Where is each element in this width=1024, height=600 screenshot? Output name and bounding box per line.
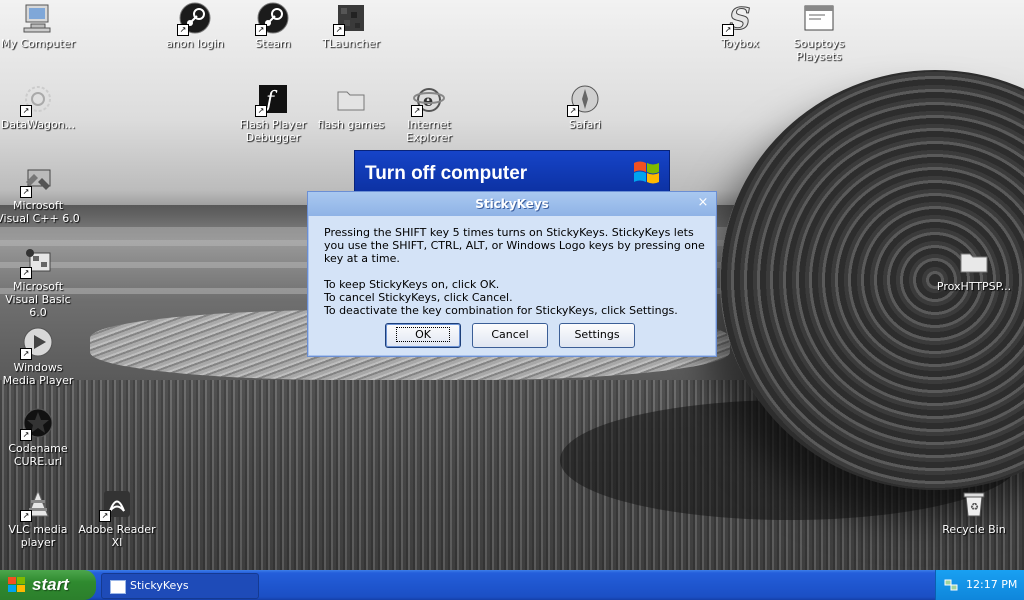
icon-label: Souptoys Playsets [793, 37, 845, 63]
toybox-icon: S ↗ [722, 2, 756, 38]
close-icon[interactable]: × [696, 196, 710, 210]
shortcut-arrow-icon: ↗ [177, 24, 189, 36]
desktop-icon-vlc[interactable]: ↗ VLC media player [0, 488, 80, 549]
minecraft-block-icon: ↗ [333, 2, 367, 36]
icon-label: Flash Player Debugger [239, 118, 307, 144]
icon-label: My Computer [0, 37, 76, 50]
icon-label: Windows Media Player [2, 361, 74, 387]
dialog-paragraph: Pressing the SHIFT key 5 times turns on … [324, 226, 705, 265]
settings-button[interactable]: Settings [559, 323, 635, 348]
icon-label: Adobe Reader XI [78, 523, 156, 549]
desktop-icon-souptoys-playsets[interactable]: Souptoys Playsets [777, 2, 861, 63]
icon-label: Recycle Bin [942, 523, 1006, 536]
icon-label: Steam [255, 37, 291, 50]
icon-label: Microsoft Visual Basic 6.0 [5, 280, 71, 319]
flash-icon: f ↗ [255, 83, 289, 117]
desktop-icon-anon-login[interactable]: ↗ anon login [153, 2, 237, 50]
internet-explorer-icon: e ↗ [411, 83, 445, 117]
network-icon[interactable] [944, 578, 958, 592]
icon-label: Toybox [721, 37, 759, 50]
shortcut-arrow-icon: ↗ [20, 348, 32, 360]
icon-label: Codename CURE.url [8, 442, 68, 468]
taskbar-item-label: StickyKeys [130, 579, 189, 592]
visual-basic-icon: ↗ [20, 245, 54, 279]
adobe-reader-icon: ↗ [99, 488, 133, 522]
shortcut-arrow-icon: ↗ [255, 24, 267, 36]
system-tray: 12:17 PM [935, 570, 1024, 600]
icon-label: Microsoft Visual C++ 6.0 [0, 199, 80, 225]
desktop-icon-safari[interactable]: ↗ Safari [543, 83, 627, 131]
taskbar-item-stickykeys[interactable]: StickyKeys [101, 573, 259, 599]
dialog-message: Pressing the SHIFT key 5 times turns on … [324, 226, 708, 317]
recycle-bin-icon: ♻ [958, 488, 990, 520]
dialog-line: To deactivate the key combination for St… [324, 304, 678, 317]
media-player-icon: ↗ [20, 326, 54, 360]
start-label: start [32, 575, 69, 594]
icon-label: anon login [166, 37, 224, 50]
desktop-icon-adobe-reader[interactable]: ↗ Adobe Reader XI [75, 488, 159, 549]
cancel-button[interactable]: Cancel [472, 323, 548, 348]
icon-label: VLC media player [8, 523, 68, 549]
desktop-icon-toybox[interactable]: S ↗ Toybox [698, 2, 782, 51]
icon-label: flash games [317, 118, 385, 131]
vlc-cone-icon: ↗ [20, 488, 54, 522]
icon-label: Internet Explorer [406, 118, 452, 144]
datawagon-icon: ↗ [20, 83, 54, 117]
desktop-icon-tlauncher[interactable]: ↗ TLauncher [309, 2, 393, 50]
steam-icon: ↗ [255, 2, 289, 36]
desktop-icon-recycle-bin[interactable]: ♻ Recycle Bin [932, 488, 1016, 536]
desktop-icon-windows-media-player[interactable]: ↗ Windows Media Player [0, 326, 80, 387]
turn-off-title: Turn off computer [365, 163, 528, 184]
dialog-titlebar[interactable]: StickyKeys × [308, 192, 716, 216]
shortcut-arrow-icon: ↗ [99, 510, 111, 522]
shortcut-arrow-icon: ↗ [722, 24, 734, 36]
desktop-icon-datawagon[interactable]: ↗ DataWagon... [0, 83, 80, 131]
desktop-icon-flash-player-debugger[interactable]: f ↗ Flash Player Debugger [231, 83, 315, 144]
start-button[interactable]: start [0, 570, 96, 600]
desktop-icon-my-computer[interactable]: My Computer [0, 2, 80, 50]
folder-icon [335, 83, 367, 115]
shortcut-arrow-icon: ↗ [20, 429, 32, 441]
ok-button-label: OK [396, 327, 450, 342]
shortcut-arrow-icon: ↗ [20, 105, 32, 117]
shortcut-arrow-icon: ↗ [411, 105, 423, 117]
window-icon [110, 580, 126, 594]
desktop-icon-internet-explorer[interactable]: e ↗ Internet Explorer [387, 83, 471, 144]
visual-cpp-icon: ↗ [20, 164, 54, 198]
dialog-title: StickyKeys [475, 197, 549, 211]
codename-cure-icon: ↗ [20, 407, 54, 441]
shortcut-arrow-icon: ↗ [567, 105, 579, 117]
steam-icon: ↗ [177, 2, 211, 36]
shortcut-arrow-icon: ↗ [20, 267, 32, 279]
ok-button[interactable]: OK [385, 323, 461, 348]
folder-icon [958, 245, 990, 277]
desktop-icon-steam[interactable]: ↗ Steam [231, 2, 315, 50]
icon-label: Safari [569, 118, 601, 131]
computer-icon [22, 2, 54, 34]
cancel-button-label: Cancel [491, 328, 529, 341]
clock[interactable]: 12:17 PM [966, 578, 1017, 591]
icon-label: TLauncher [322, 37, 380, 50]
dialog-line: To keep StickyKeys on, click OK. [324, 278, 500, 291]
svg-text:♻: ♻ [970, 502, 979, 513]
desktop-icon-codename-cure[interactable]: ↗ Codename CURE.url [0, 407, 80, 468]
stickykeys-dialog: StickyKeys × Pressing the SHIFT key 5 ti… [307, 191, 717, 357]
icon-label: DataWagon... [0, 118, 76, 131]
safari-compass-icon: ↗ [567, 83, 601, 117]
icon-label: ProxHTTPSP... [936, 280, 1012, 293]
taskbar: start StickyKeys 12:17 PM [0, 570, 1024, 600]
shortcut-arrow-icon: ↗ [333, 24, 345, 36]
shortcut-arrow-icon: ↗ [20, 186, 32, 198]
windows-logo-icon [8, 577, 26, 593]
desktop-icon-visual-basic[interactable]: ↗ Microsoft Visual Basic 6.0 [0, 245, 80, 319]
settings-button-label: Settings [574, 328, 620, 341]
desktop-icon-flash-games[interactable]: flash games [309, 83, 393, 131]
window-icon [803, 2, 835, 34]
shortcut-arrow-icon: ↗ [20, 510, 32, 522]
desktop-icon-visual-cpp[interactable]: ↗ Microsoft Visual C++ 6.0 [0, 164, 80, 225]
windows-logo-icon [631, 157, 661, 187]
dialog-line: To cancel StickyKeys, click Cancel. [324, 291, 513, 304]
desktop-icon-proxhttpsp[interactable]: ProxHTTPSP... [932, 245, 1016, 293]
shortcut-arrow-icon: ↗ [255, 105, 267, 117]
